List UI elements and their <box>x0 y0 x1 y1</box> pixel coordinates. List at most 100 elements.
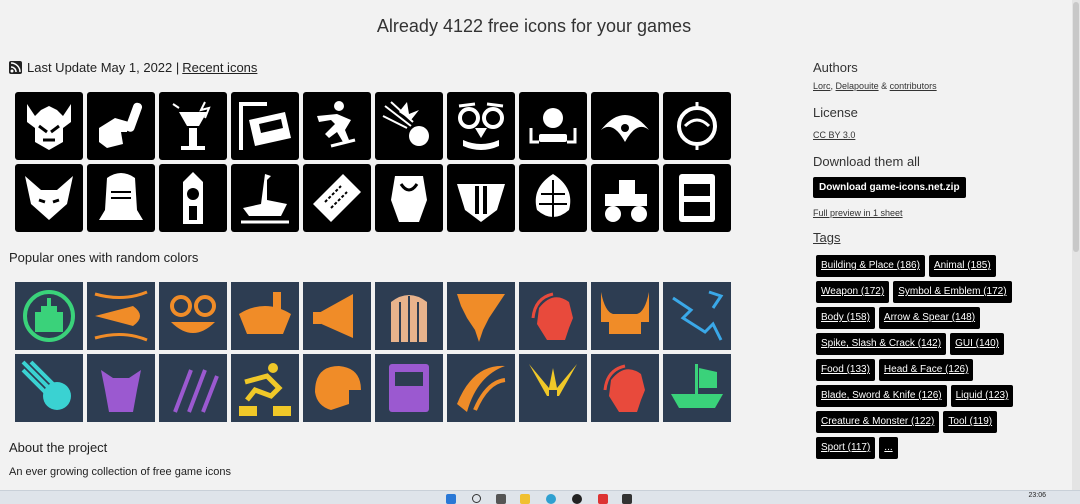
tag-animal[interactable]: Animal (185) <box>928 255 996 277</box>
latest-tile[interactable] <box>447 92 515 160</box>
popular-tile[interactable] <box>663 282 731 350</box>
scrollbar-thumb[interactable] <box>1073 2 1079 252</box>
popular-tile[interactable] <box>159 282 227 350</box>
author-delapouite-link[interactable]: Delapouite <box>836 81 879 91</box>
tag-liquid[interactable]: Liquid (123) <box>950 385 1014 407</box>
train-icon <box>239 102 291 150</box>
authors-separator: & <box>881 81 888 91</box>
contributors-link[interactable]: contributors <box>890 81 937 91</box>
popular-tile[interactable] <box>591 282 659 350</box>
football-helmet-icon <box>315 366 361 410</box>
tag-sport[interactable]: Sport (117) <box>816 437 876 459</box>
about-heading: About the project <box>9 440 108 455</box>
popular-tile[interactable] <box>303 354 371 422</box>
ticket-icon <box>313 174 361 222</box>
popular-tile[interactable] <box>447 282 515 350</box>
latest-icons-grid <box>15 92 731 232</box>
tag-food[interactable]: Food (133) <box>816 359 875 381</box>
latest-tile[interactable] <box>663 164 731 232</box>
artichoke-icon <box>535 174 571 218</box>
latest-tile[interactable] <box>519 164 587 232</box>
latest-tile[interactable] <box>231 92 299 160</box>
potion-bowl-icon <box>239 292 291 334</box>
rss-icon[interactable] <box>9 61 22 74</box>
goose-icon <box>241 174 289 224</box>
popular-tile[interactable] <box>663 354 731 422</box>
clock-time[interactable]: 23:06 <box>1028 492 1046 499</box>
tags-heading[interactable]: Tags <box>813 230 1063 245</box>
full-preview-link[interactable]: Full preview in 1 sheet <box>813 208 903 218</box>
latest-tile[interactable] <box>375 164 443 232</box>
latest-tile[interactable] <box>519 92 587 160</box>
wheat-icon <box>173 369 219 413</box>
recent-icons-link[interactable]: Recent icons <box>182 60 257 75</box>
popular-tile[interactable] <box>447 354 515 422</box>
badger-icon <box>457 184 505 222</box>
license-link[interactable]: CC BY 3.0 <box>813 130 855 140</box>
tags-list: Building & Place (186) Animal (185) Weap… <box>813 255 1046 459</box>
tag-spike-slash-crack[interactable]: Spike, Slash & Crack (142) <box>816 333 947 355</box>
megaphone-icon <box>313 294 353 338</box>
download-zip-button[interactable]: Download game-icons.net.zip <box>813 177 966 198</box>
latest-tile[interactable] <box>15 92 83 160</box>
update-line: Last Update May 1, 2022 | Recent icons <box>9 60 257 75</box>
latest-tile[interactable] <box>303 92 371 160</box>
popular-tile[interactable] <box>15 282 83 350</box>
latest-tile[interactable] <box>87 164 155 232</box>
latest-tile[interactable] <box>375 92 443 160</box>
knight-helmet-icon <box>99 173 143 220</box>
tag-more[interactable]: ... <box>879 437 898 459</box>
popular-tile[interactable] <box>159 354 227 422</box>
tag-head-face[interactable]: Head & Face (126) <box>878 359 974 381</box>
latest-tile[interactable] <box>231 164 299 232</box>
broken-lamp-icon <box>172 101 211 150</box>
satellite-globe-icon <box>677 102 717 150</box>
popular-tile[interactable] <box>519 354 587 422</box>
tag-weapon[interactable]: Weapon (172) <box>816 281 890 303</box>
popular-tile[interactable] <box>375 282 443 350</box>
claw-slash-icon <box>457 365 506 412</box>
tag-tool[interactable]: Tool (119) <box>943 411 998 433</box>
latest-tile[interactable] <box>303 164 371 232</box>
popular-tile[interactable] <box>303 282 371 350</box>
tag-symbol-emblem[interactable]: Symbol & Emblem (172) <box>893 281 1012 303</box>
popular-tile[interactable] <box>15 354 83 422</box>
about-text: An ever growing collection of free game … <box>9 466 231 478</box>
tag-body[interactable]: Body (158) <box>816 307 875 329</box>
tag-building-place[interactable]: Building & Place (186) <box>816 255 925 277</box>
search-icon[interactable] <box>472 494 481 503</box>
tag-creature-monster[interactable]: Creature & Monster (122) <box>816 411 940 433</box>
latest-tile[interactable] <box>447 164 515 232</box>
dwarf-face-icon <box>101 370 141 412</box>
latest-tile[interactable] <box>15 164 83 232</box>
latest-tile[interactable] <box>159 92 227 160</box>
license-heading: License <box>813 105 858 120</box>
latest-tile[interactable] <box>663 92 731 160</box>
popular-tile[interactable] <box>375 354 443 422</box>
page-title: Already 4122 free icons for your games <box>376 16 692 36</box>
popular-tile[interactable] <box>231 282 299 350</box>
taskbar: 23:06 <box>0 490 1080 504</box>
popular-tile[interactable] <box>87 282 155 350</box>
tag-arrow-spear[interactable]: Arrow & Spear (148) <box>878 307 981 329</box>
popular-tile[interactable] <box>519 282 587 350</box>
latest-tile[interactable] <box>87 92 155 160</box>
comet-icon <box>21 360 71 410</box>
latest-tile[interactable] <box>159 164 227 232</box>
latest-tile[interactable] <box>591 92 659 160</box>
laurel-head-icon <box>603 364 645 412</box>
viking-helmet-icon <box>27 104 71 150</box>
popular-tile[interactable] <box>231 354 299 422</box>
author-lorc-link[interactable]: Lorc <box>813 81 831 91</box>
tag-gui[interactable]: GUI (140) <box>950 333 1004 355</box>
latest-tile[interactable] <box>591 164 659 232</box>
tornado-icon <box>457 294 505 342</box>
castle-emblem-icon <box>23 290 75 342</box>
tag-blade-sword-knife[interactable]: Blade, Sword & Knife (126) <box>816 385 947 407</box>
wooden-door-icon <box>391 295 427 342</box>
scrollbar[interactable] <box>1072 0 1080 490</box>
clock-tower-icon <box>183 172 203 224</box>
popular-tile[interactable] <box>87 354 155 422</box>
popular-tile[interactable] <box>591 354 659 422</box>
download-heading: Download them all <box>813 154 920 169</box>
